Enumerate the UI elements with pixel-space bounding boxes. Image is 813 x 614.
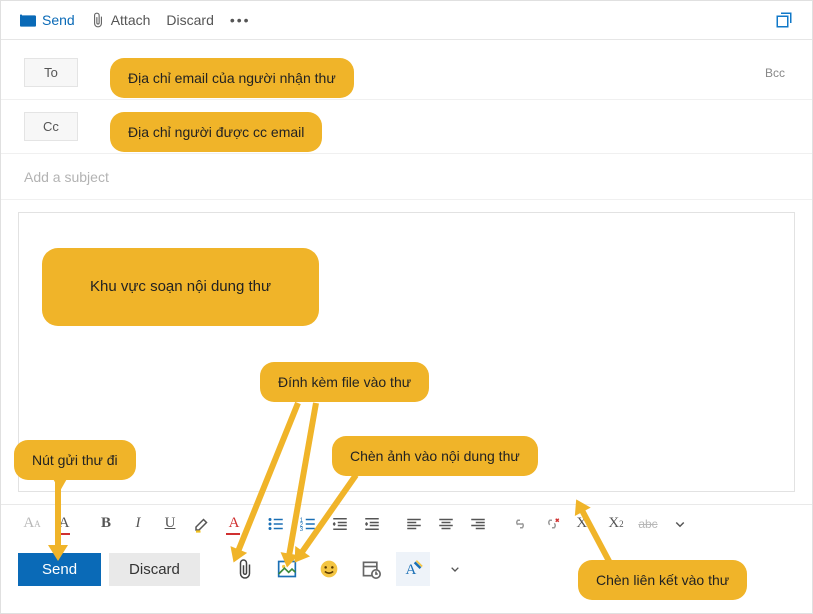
callout-attach-hint: Đính kèm file vào thư xyxy=(260,362,429,402)
callout-to-hint: Địa chỉ email của người nhận thư xyxy=(110,58,354,98)
callout-link-hint: Chèn liên kết vào thư xyxy=(578,560,747,600)
callout-image-hint: Chèn ảnh vào nội dung thư xyxy=(332,436,538,476)
callout-send-hint: Nút gửi thư đi xyxy=(14,440,136,480)
callout-cc-hint: Địa chỉ người được cc email xyxy=(110,112,322,152)
arrow-send-head xyxy=(48,545,68,561)
arrow-send-stem xyxy=(55,477,61,547)
callout-body-hint: Khu vực soạn nội dung thư xyxy=(42,248,319,326)
